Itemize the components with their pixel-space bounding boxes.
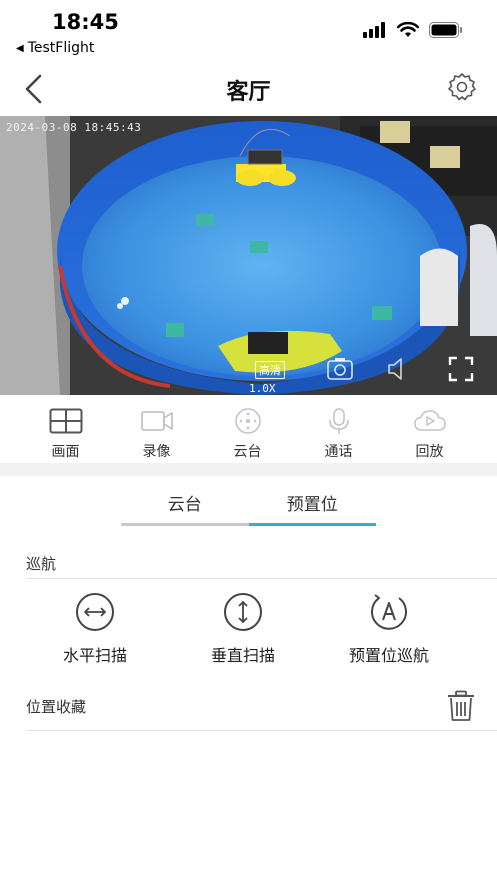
action-label: 水平扫描 [63, 646, 128, 665]
auto-cruise-icon [371, 594, 407, 630]
toolbar-item-record[interactable]: 录像 [111, 395, 202, 463]
back-triangle-icon: ◀ [16, 42, 24, 54]
divider [26, 730, 497, 731]
tab-label: 云台 [167, 495, 202, 515]
control-tabs: 云台 预置位 [121, 476, 376, 526]
toolbar-label: 云台 [233, 444, 262, 460]
back-to-app-link[interactable]: ◀ TestFlight [16, 40, 94, 56]
quality-toggle[interactable]: 高清 [255, 361, 285, 379]
camera-timestamp: 2024-03-08 18:45:43 [6, 121, 142, 134]
section-separator [0, 463, 497, 476]
camera-scene [0, 116, 497, 395]
toolbar-item-view[interactable]: 画面 [20, 395, 111, 463]
ptz-icon [231, 407, 265, 435]
snapshot-icon[interactable] [326, 356, 354, 382]
gear-icon[interactable] [447, 72, 477, 102]
fullscreen-icon[interactable] [448, 356, 474, 382]
zoom-level: 1.0X [249, 382, 276, 395]
horizontal-scan-button[interactable]: 水平扫描 [63, 592, 127, 666]
toolbar-item-playback[interactable]: 回放 [384, 395, 475, 463]
playback-cloud-icon [413, 407, 447, 435]
trash-icon[interactable] [446, 690, 476, 722]
page-title: 客厅 [226, 80, 271, 105]
toolbar-label: 通话 [324, 444, 353, 460]
toolbar-label: 画面 [51, 444, 80, 460]
battery-icon [429, 22, 462, 38]
status-icons [363, 22, 463, 38]
status-time: 18:45 [52, 10, 119, 34]
divider [26, 578, 497, 579]
vertical-arrows-icon [224, 593, 262, 631]
back-app-label: TestFlight [27, 40, 95, 56]
vertical-scan-button[interactable]: 垂直扫描 [211, 592, 275, 666]
camera-toolbar: 画面 录像 云台 通话 回放 [0, 395, 497, 463]
horizontal-arrows-icon [76, 593, 114, 631]
toolbar-item-talk[interactable]: 通话 [293, 395, 384, 463]
tab-presets[interactable]: 预置位 [248, 476, 376, 526]
toolbar-label: 录像 [142, 444, 171, 460]
tab-label: 预置位 [286, 495, 338, 515]
video-camera-icon [140, 407, 174, 435]
cruise-section-label: 巡航 [26, 555, 57, 573]
status-bar: 18:45 ◀ TestFlight [0, 0, 497, 62]
cruise-actions: 水平扫描 垂直扫描 预置位巡航 [0, 592, 497, 672]
signal-icon [363, 22, 385, 38]
wifi-icon [397, 22, 419, 37]
nav-bar: 客厅 [0, 62, 497, 116]
preset-cruise-button[interactable]: 预置位巡航 [349, 592, 429, 666]
favorites-section-label: 位置收藏 [26, 698, 87, 716]
mute-icon[interactable] [386, 356, 412, 382]
action-label: 垂直扫描 [211, 646, 276, 665]
tab-underline-active [248, 523, 376, 526]
toolbar-label: 回放 [415, 444, 444, 460]
action-label: 预置位巡航 [349, 646, 430, 665]
microphone-icon [322, 407, 356, 435]
tab-ptz[interactable]: 云台 [121, 476, 249, 526]
grid-view-icon [49, 407, 83, 435]
toolbar-item-ptz[interactable]: 云台 [202, 395, 293, 463]
camera-live-view[interactable]: 2024-03-08 18:45:43 高清 1.0X [0, 116, 497, 395]
tab-underline [121, 523, 249, 526]
